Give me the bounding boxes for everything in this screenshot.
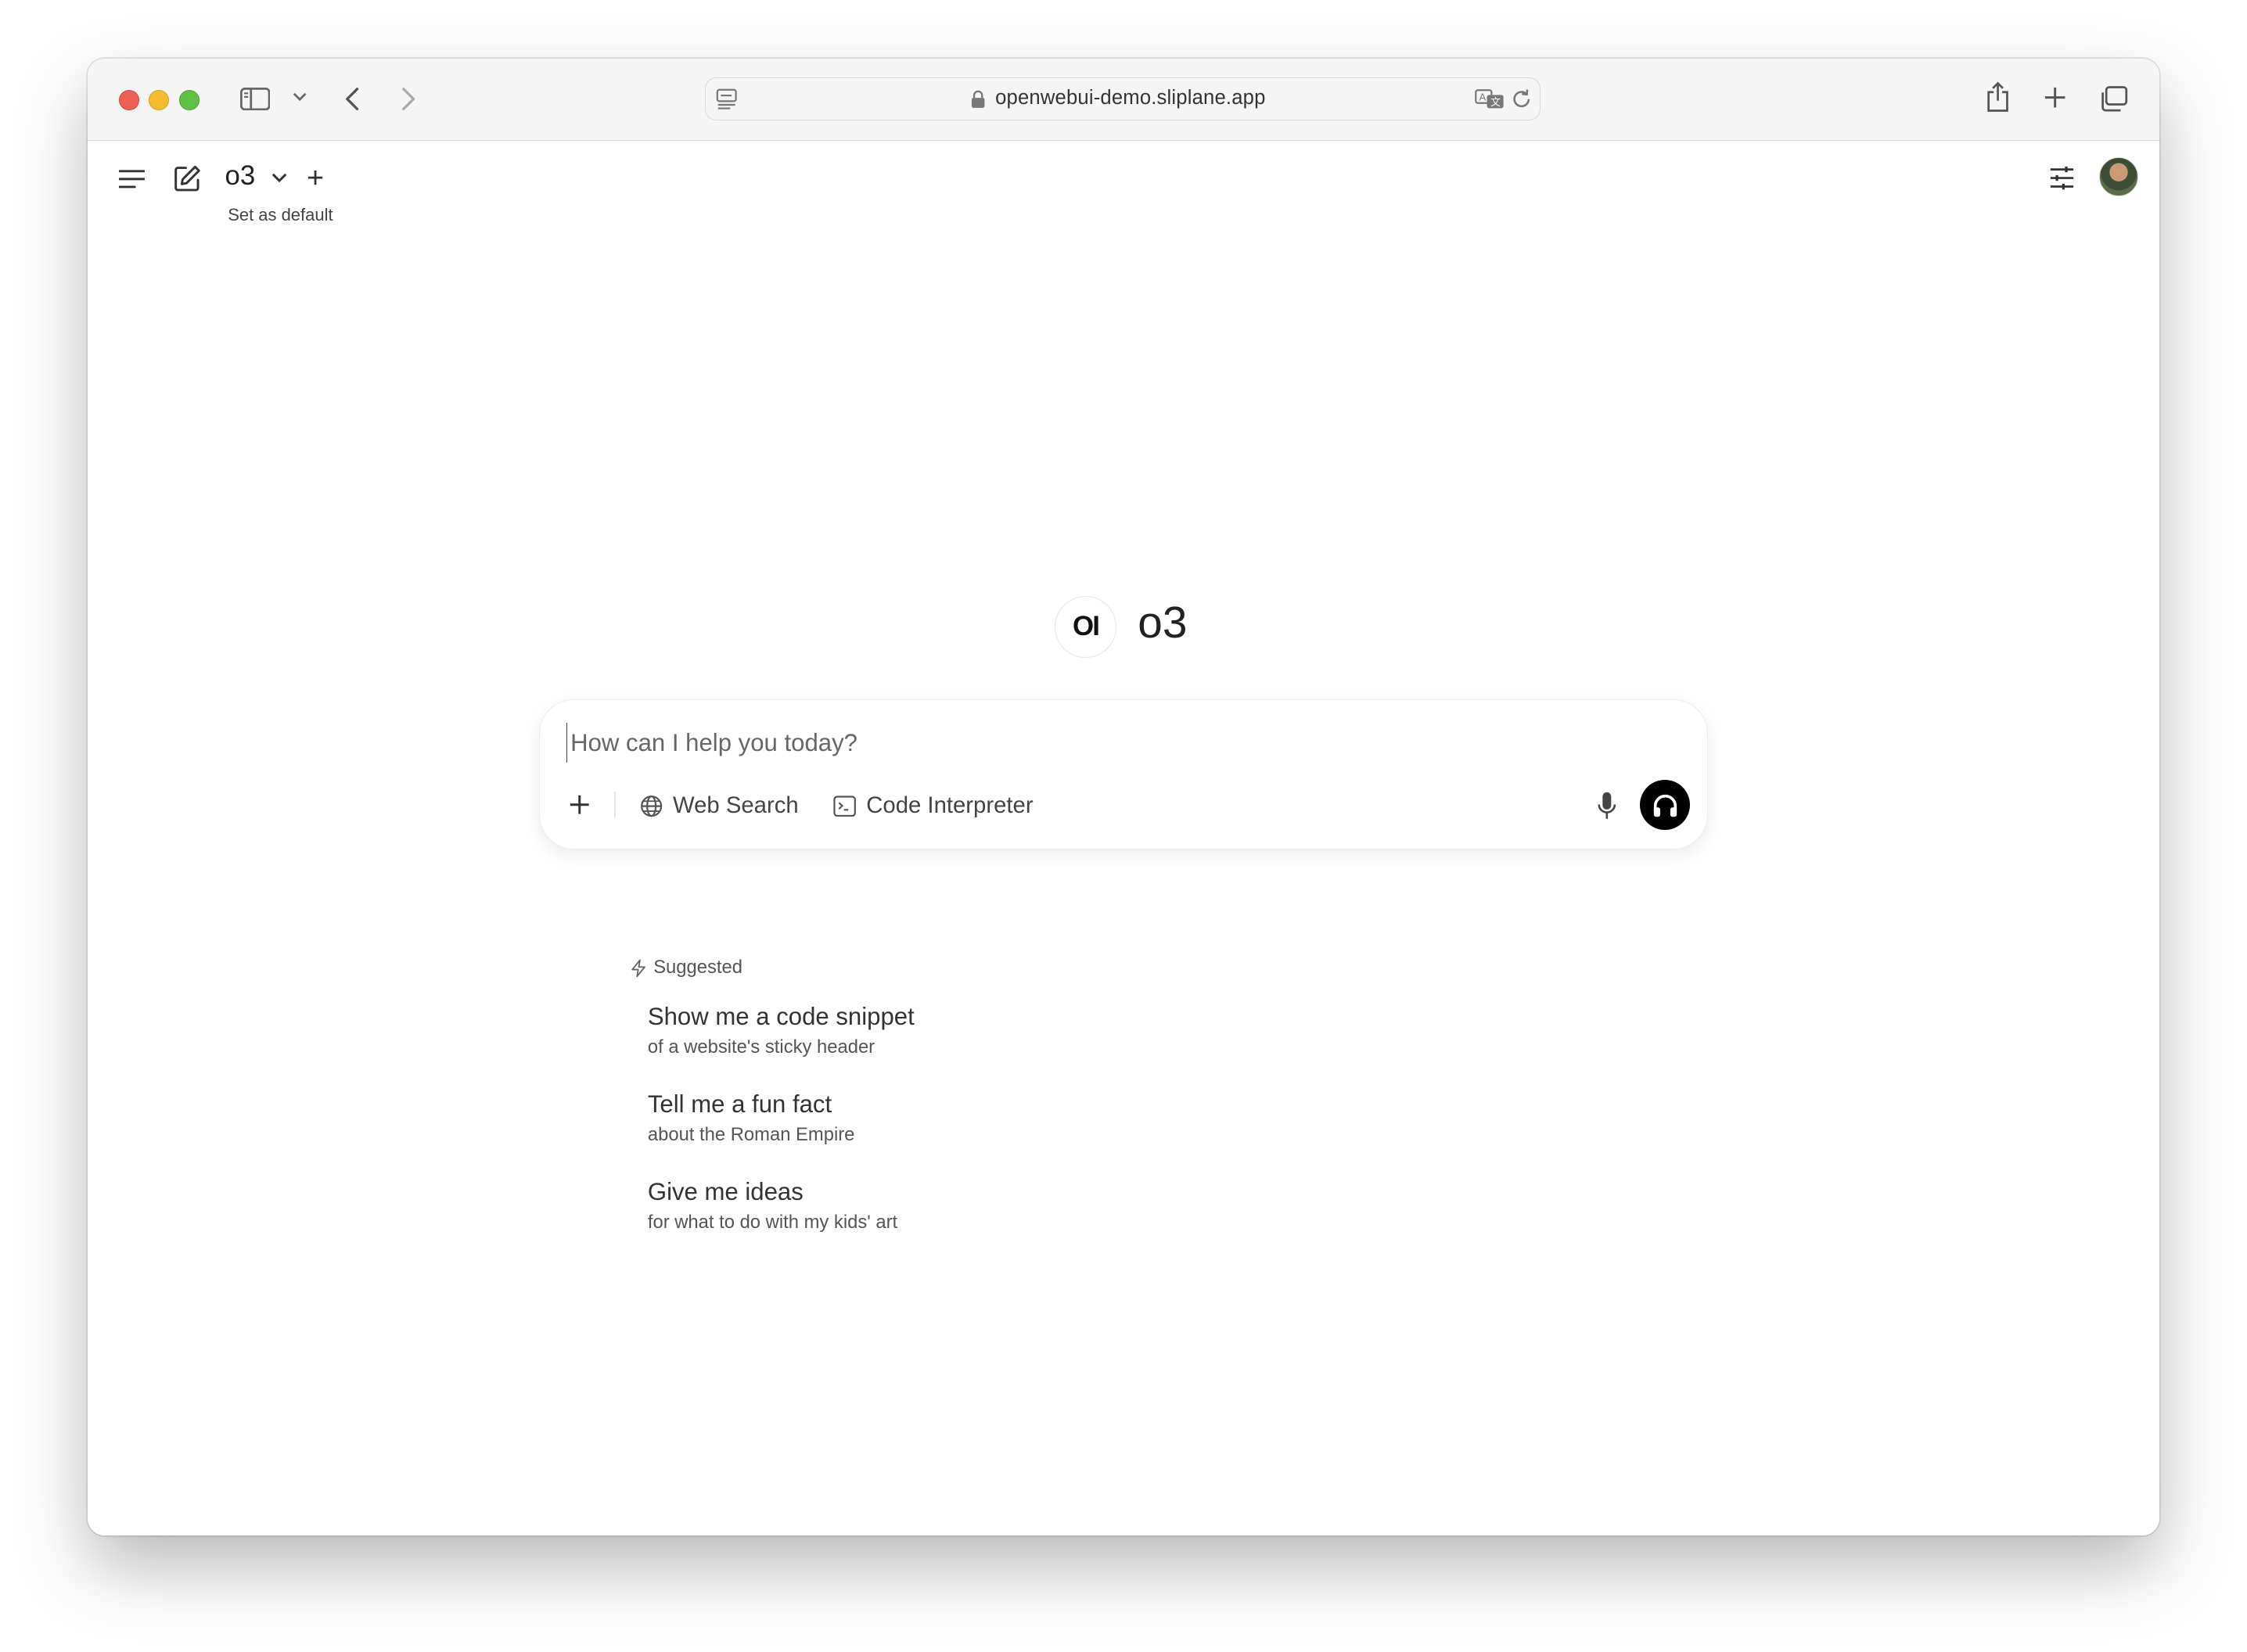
model-logo: OI [1055,595,1116,658]
suggestion-subtitle: about the Roman Empire [647,1124,855,1146]
plus-icon[interactable] [566,790,595,819]
plus-icon[interactable] [2040,83,2069,112]
minimize-window-button[interactable] [149,90,170,111]
suggestion-subtitle: of a website's sticky header [647,1036,875,1058]
headphones-icon [1652,793,1678,817]
sidebar-icon[interactable] [239,83,271,114]
avatar[interactable] [2099,157,2138,197]
zoom-window-button[interactable] [178,90,200,111]
terminal-icon [833,795,866,817]
voice-mode-button[interactable] [1640,780,1691,831]
page-content: o3 Set as default OI o3 Web Sea [87,142,2160,1536]
suggested-heading: Suggested [631,957,742,979]
chevron-down-icon[interactable] [269,167,289,188]
suggestion-subtitle: for what to do with my kids' art [647,1211,898,1233]
lightning-icon [631,959,646,978]
web-search-button[interactable]: Web Search [640,788,799,823]
chat-composer: Web Search Code Interpreter [538,699,1709,850]
suggestion-title: Tell me a fun fact [647,1090,832,1118]
web-search-label: Web Search [672,792,799,819]
suggestion-item[interactable]: Tell me a fun fact about the Roman Empir… [648,1090,855,1146]
code-interpreter-button[interactable]: Code Interpreter [833,788,1034,823]
globe-icon [640,795,673,817]
chevron-down-icon[interactable] [289,88,310,108]
share-icon[interactable] [1982,81,2013,115]
edit-icon[interactable] [171,162,203,195]
code-interpreter-label: Code Interpreter [866,792,1034,819]
reload-icon[interactable] [1510,87,1534,111]
reader-icon[interactable] [714,87,740,111]
svg-text:文: 文 [1490,97,1501,109]
chat-input[interactable] [566,723,1574,763]
url-text[interactable]: openwebui-demo.sliplane.app [995,87,1265,110]
suggested-label: Suggested [653,957,742,979]
close-window-button[interactable] [119,90,139,111]
model-selector[interactable]: o3 [225,160,256,192]
suggestion-item[interactable]: Show me a code snippet of a website's st… [648,1003,915,1058]
suggestion-title: Give me ideas [647,1177,804,1205]
suggestion-item[interactable]: Give me ideas for what to do with my kid… [648,1178,897,1234]
lock-icon [969,90,987,110]
address-bar[interactable]: openwebui-demo.sliplane.app A文 [705,77,1541,120]
suggestion-title: Show me a code snippet [647,1003,915,1031]
add-model-icon[interactable] [305,167,325,188]
hamburger-icon[interactable] [116,165,147,194]
svg-text:A: A [1479,92,1486,103]
model-title: o3 [1138,598,1188,648]
chevron-left-icon[interactable] [338,83,367,114]
translate-icon[interactable]: A文 [1474,87,1505,111]
browser-window: openwebui-demo.sliplane.app A文 o3 Set as… [87,59,2160,1536]
tabs-overview-icon[interactable] [2098,83,2129,114]
set-default-link[interactable]: Set as default [228,205,333,225]
microphone-icon[interactable] [1591,790,1623,821]
sliders-icon[interactable] [2047,162,2078,193]
chevron-right-icon[interactable] [394,83,423,114]
browser-toolbar: openwebui-demo.sliplane.app A文 [87,59,2160,142]
